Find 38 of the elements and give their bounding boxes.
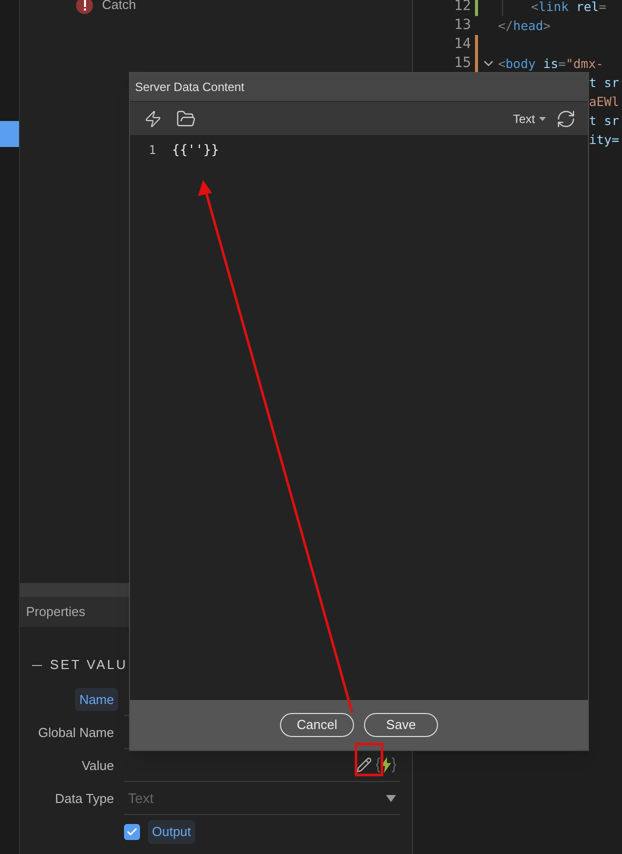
dialog-title: Server Data Content	[135, 79, 244, 96]
line-number: 1	[148, 142, 156, 159]
code-line: <link rel=	[531, 0, 606, 16]
code-line: <body is="dmx-	[498, 55, 604, 73]
edit-icon[interactable]	[356, 757, 372, 773]
code-area[interactable]: 1 {{''}}	[130, 135, 588, 700]
mode-dropdown[interactable]: Text	[512, 110, 546, 128]
checkbox-label: Output	[148, 820, 196, 844]
code-fragment: t sr	[589, 113, 620, 128]
line-number: 14	[453, 35, 472, 54]
highlight-box	[354, 742, 384, 776]
code-fragment: ity=	[589, 132, 620, 147]
panel-title: Properties	[26, 603, 86, 622]
caret-icon	[539, 116, 546, 120]
field-label: Name	[75, 688, 118, 712]
field-label: Data Type	[54, 790, 115, 808]
tree-item[interactable]: Catch	[102, 0, 136, 15]
dropdown-icon	[386, 794, 396, 802]
lightning-icon[interactable]	[144, 110, 162, 128]
code-line: </head>	[498, 17, 551, 35]
folder-icon[interactable]	[176, 108, 196, 128]
dialog-button[interactable]: Cancel	[280, 713, 354, 737]
checkbox[interactable]	[124, 824, 140, 840]
field-label: Value	[80, 756, 115, 775]
line-number: 15	[453, 54, 472, 73]
section-title: SET VALU	[50, 656, 128, 674]
selection-marker	[0, 121, 19, 147]
field-label: Global Name	[37, 724, 115, 742]
code-fragment: aEWl	[589, 94, 620, 109]
indent-guide	[502, 0, 503, 16]
line-number: 13	[453, 16, 472, 35]
dialog-button[interactable]: Save	[364, 713, 438, 737]
code-line: {{''}}	[172, 142, 219, 160]
error-icon	[76, 0, 93, 14]
data-binding-icon[interactable]	[376, 756, 396, 774]
code-fragment: t sr	[589, 75, 620, 90]
refresh-icon[interactable]	[556, 108, 576, 128]
checkmark-icon	[126, 826, 138, 838]
